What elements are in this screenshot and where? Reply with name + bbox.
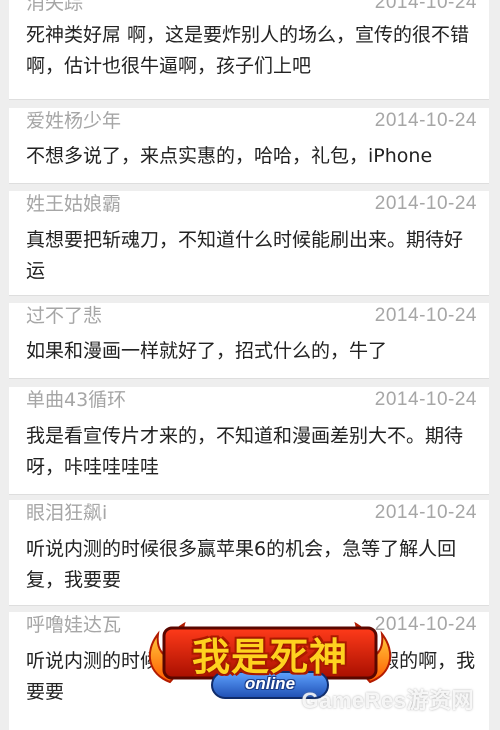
comment-date: 2014-10-24: [374, 110, 477, 131]
comment-item: 过不了悲 2014-10-24 如果和漫画一样就好了，招式什么的，牛了: [9, 303, 489, 379]
comment-date: 2014-10-24: [374, 0, 477, 13]
comment-date: 2014-10-24: [374, 389, 477, 410]
comment-username[interactable]: 姓王姑娘霸: [26, 191, 121, 217]
comment-date: 2014-10-24: [374, 502, 477, 523]
comment-username[interactable]: 单曲43循环: [26, 387, 126, 413]
comment-username[interactable]: 爱姓杨少年: [26, 108, 121, 134]
comment-date: 2014-10-24: [374, 614, 477, 635]
comment-date: 2014-10-24: [374, 305, 477, 326]
comment-text: 真想要把斩魂刀，不知道什么时候能刷出来。期待好运: [26, 229, 464, 282]
comment-text: 如果和漫画一样就好了，招式什么的，牛了: [26, 340, 388, 362]
comment-username[interactable]: 过不了悲: [26, 303, 102, 329]
comment-username[interactable]: 眼泪狂飙i: [26, 500, 107, 526]
comment-username[interactable]: 消失踪: [26, 0, 83, 16]
comment-text: 死神类好屌 啊，这是要炸别人的场么，宣传的很不错啊，估计也很牛逼啊，孩子们上吧: [26, 24, 470, 77]
comment-item: 单曲43循环 2014-10-24 我是看宣传片才来的，不知道和漫画差别大不。期…: [9, 387, 489, 495]
comment-username[interactable]: 呼噜娃达瓦: [26, 612, 121, 638]
comment-text: 不想多说了，来点实惠的，哈哈，礼包，iPhone: [26, 145, 433, 167]
watermark: GameRes游资网: [301, 688, 474, 713]
comment-item: 眼泪狂飙i 2014-10-24 听说内测的时候很多赢苹果6的机会，急等了解人回…: [9, 500, 489, 606]
comment-item: 姓王姑娘霸 2014-10-24 真想要把斩魂刀，不知道什么时候能刷出来。期待好…: [9, 191, 489, 296]
comment-item: 爱姓杨少年 2014-10-24 不想多说了，来点实惠的，哈哈，礼包，iPhon…: [9, 108, 489, 184]
comment-date: 2014-10-24: [374, 193, 477, 214]
comment-item: 消失踪 2014-10-24 死神类好屌 啊，这是要炸别人的场么，宣传的很不错啊…: [9, 0, 489, 100]
comment-text: 听说内测的时候很多赢苹果6的机会，急等了解人回复，我要要: [26, 538, 457, 591]
comment-text: 我是看宣传片才来的，不知道和漫画差别大不。期待呀，咔哇哇哇哇: [26, 425, 464, 478]
